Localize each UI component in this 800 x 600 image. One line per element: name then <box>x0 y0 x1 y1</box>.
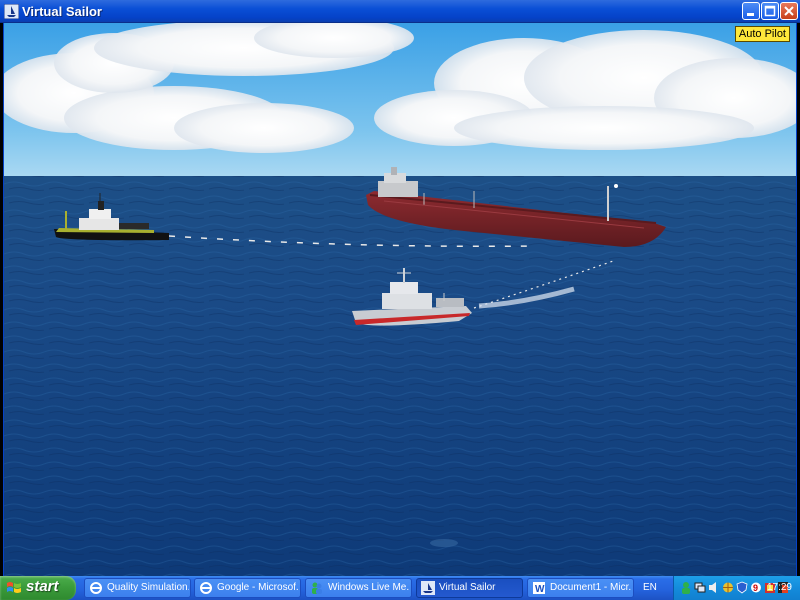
clock[interactable]: 17:29 <box>767 582 792 593</box>
taskbar: start Quality Simulation... Google - Mic… <box>0 576 800 600</box>
minimize-button[interactable] <box>742 2 760 20</box>
volume-icon[interactable] <box>708 581 720 594</box>
sea-foam <box>430 539 458 547</box>
antivirus-icon[interactable]: 9 <box>750 581 762 594</box>
shield-icon[interactable] <box>736 581 748 594</box>
taskbar-item-google[interactable]: Google - Microsof... <box>194 578 301 598</box>
taskbar-item-document1[interactable]: W Document1 - Micr... <box>527 578 634 598</box>
taskbar-item-label: Quality Simulation... <box>107 582 189 593</box>
maximize-icon <box>764 5 776 17</box>
virtual-sailor-app-icon <box>4 4 19 19</box>
ie-icon <box>90 582 102 594</box>
virtual-sailor-app-icon <box>421 581 435 595</box>
taskbar-item-quality-simulation[interactable]: Quality Simulation... <box>84 578 191 598</box>
word-icon: W <box>533 582 545 595</box>
taskbar-item-label: Virtual Sailor <box>439 582 496 593</box>
window-title: Virtual Sailor <box>22 4 102 19</box>
taskbar-item-windows-live-messenger[interactable]: Windows Live Me... <box>305 578 412 598</box>
start-button[interactable]: start <box>0 576 76 600</box>
close-icon <box>784 6 794 16</box>
system-tray: 9 17:29 <box>673 576 800 600</box>
taskbar-item-label: Google - Microsof... <box>217 582 299 593</box>
svg-text:9: 9 <box>753 583 758 593</box>
simulation-viewport[interactable]: Auto Pilot <box>3 23 797 576</box>
messenger-icon <box>312 582 322 594</box>
taskbar-item-label: Windows Live Me... <box>328 582 410 593</box>
network-icon[interactable] <box>694 581 706 594</box>
taskbar-item-label: Document1 - Micr... <box>550 582 632 593</box>
language-indicator[interactable]: EN <box>643 582 657 593</box>
autopilot-indicator[interactable]: Auto Pilot <box>734 26 790 42</box>
windows-logo-icon <box>7 582 21 593</box>
user-icon[interactable] <box>680 581 692 594</box>
ocean-scene[interactable] <box>4 23 797 576</box>
start-label: start <box>26 578 59 595</box>
globe-icon[interactable] <box>722 581 734 594</box>
taskbar-item-virtual-sailor[interactable]: Virtual Sailor <box>416 578 523 598</box>
window-title-bar[interactable]: Virtual Sailor <box>0 0 800 23</box>
minimize-icon <box>747 13 754 16</box>
maximize-button[interactable] <box>761 2 779 20</box>
svg-text:W: W <box>535 584 545 595</box>
ie-icon <box>200 582 212 594</box>
close-button[interactable] <box>780 2 798 20</box>
